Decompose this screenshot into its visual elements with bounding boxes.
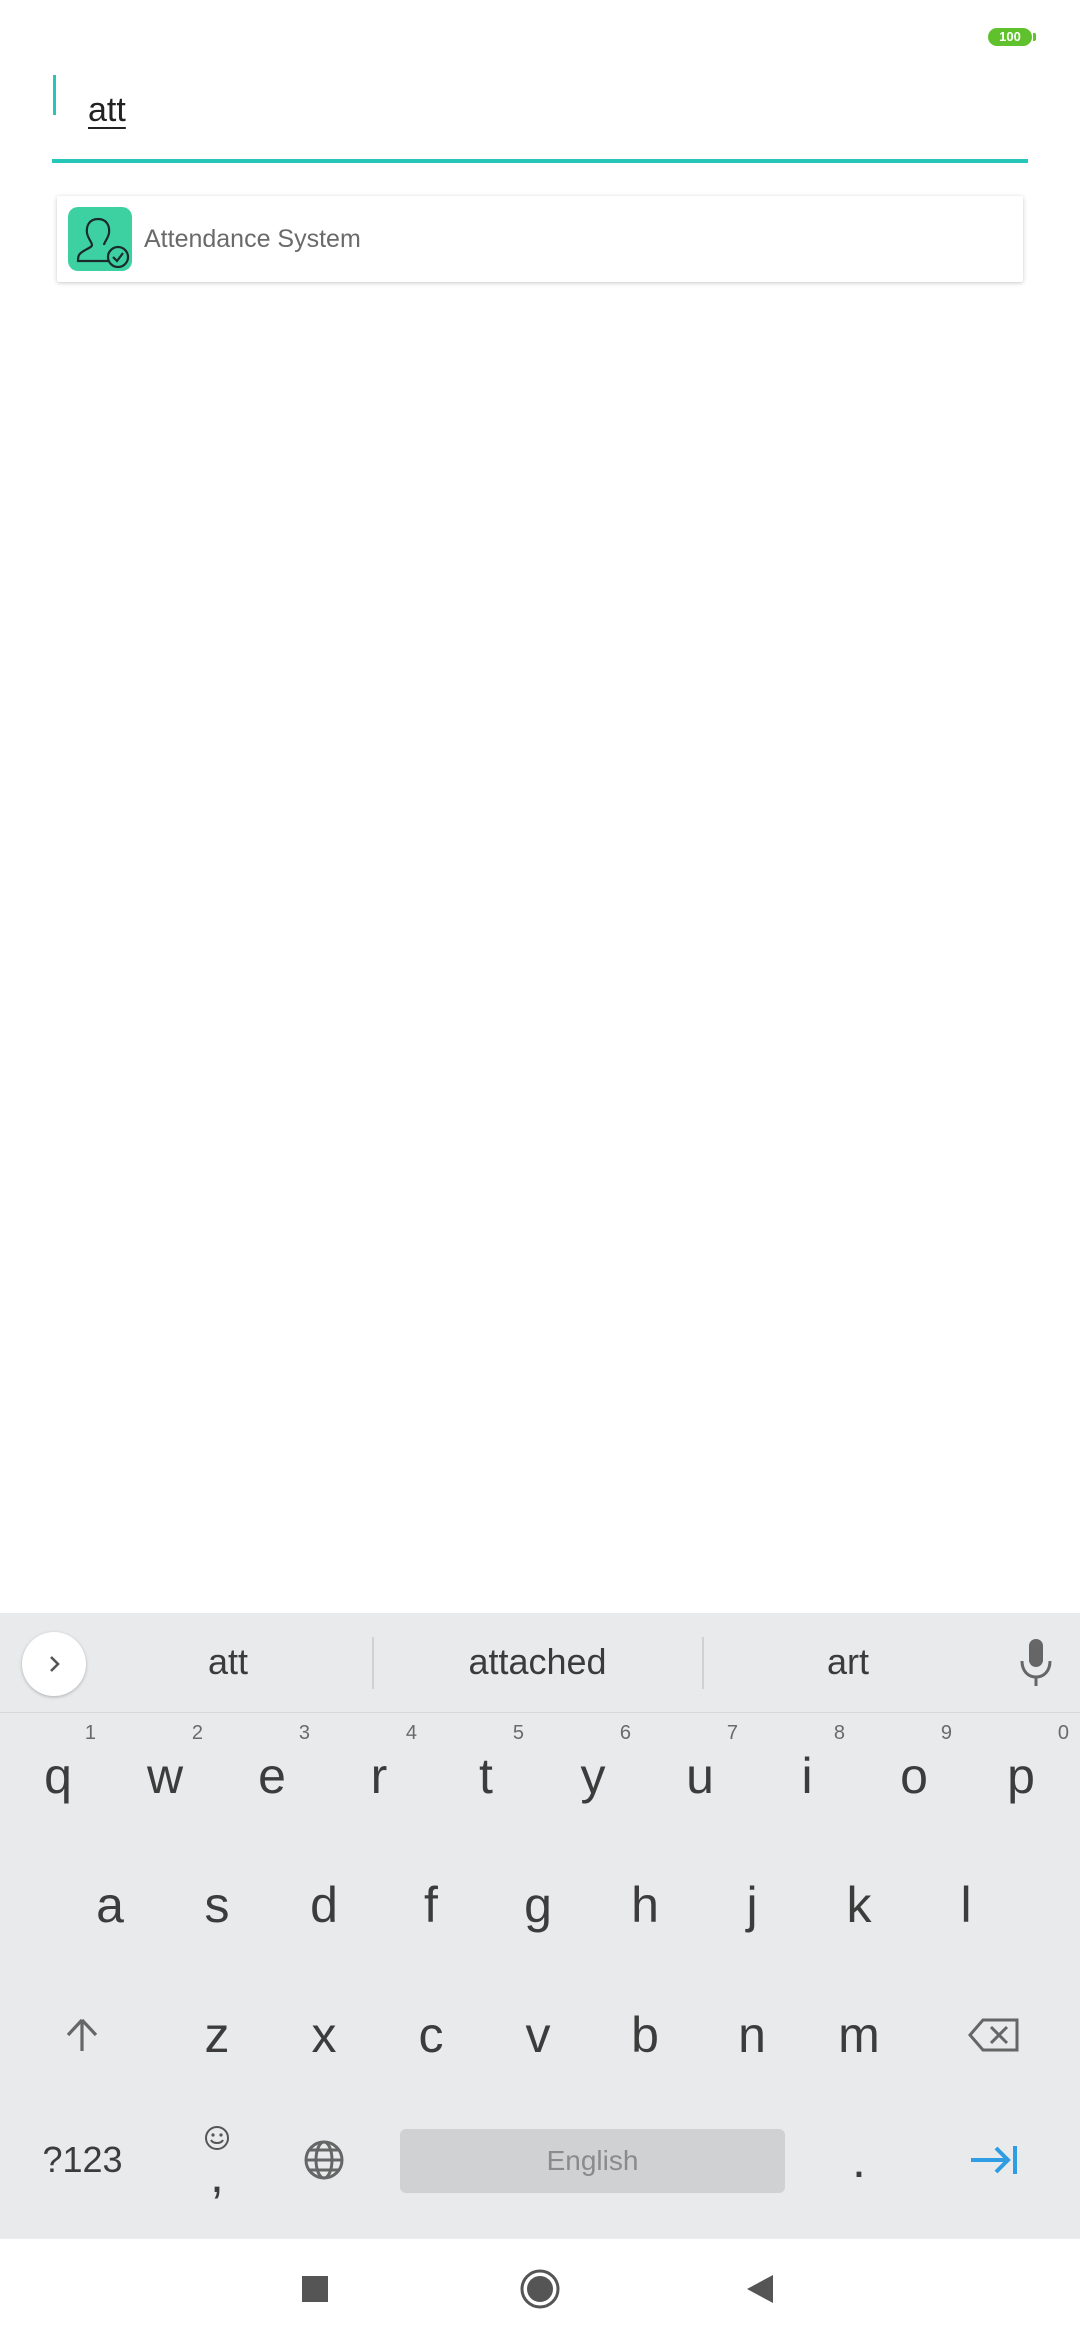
key-h[interactable]: h [595, 1855, 695, 1955]
search-result-item[interactable]: Attendance System [57, 196, 1023, 282]
key-v[interactable]: v [488, 1985, 588, 2085]
key-c[interactable]: c [381, 1985, 481, 2085]
key-x[interactable]: x [274, 1985, 374, 2085]
enter-key[interactable] [944, 2110, 1044, 2210]
backspace-icon [968, 2018, 1019, 2052]
key-w[interactable]: w2 [115, 1722, 215, 1826]
divider [372, 1637, 374, 1689]
suggestion-3[interactable]: art [768, 1641, 928, 1683]
shift-arrow-icon [66, 2018, 98, 2051]
attendance-app-icon [68, 207, 132, 271]
text-cursor [53, 75, 56, 115]
key-f[interactable]: f [381, 1855, 481, 1955]
status-bar: 100 [0, 0, 1080, 70]
mic-icon[interactable] [1018, 1637, 1054, 1694]
key-g[interactable]: g [488, 1855, 588, 1955]
key-d[interactable]: d [274, 1855, 374, 1955]
key-a[interactable]: a [60, 1855, 160, 1955]
key-y[interactable]: y6 [543, 1722, 643, 1826]
back-triangle-icon [747, 2275, 773, 2303]
key-k[interactable]: k [809, 1855, 909, 1955]
key-j[interactable]: j [702, 1855, 802, 1955]
chevron-right-icon [50, 1656, 60, 1672]
key-t[interactable]: t5 [436, 1722, 536, 1826]
navigation-bar [0, 2238, 1080, 2340]
key-e[interactable]: e3 [222, 1722, 322, 1826]
tab-next-icon [971, 2146, 1017, 2174]
search-query: att [88, 91, 126, 129]
key-q[interactable]: q1 [8, 1722, 108, 1826]
key-n[interactable]: n [702, 1985, 802, 2085]
suggestion-2[interactable]: attached [410, 1641, 665, 1683]
back-button[interactable] [725, 2259, 795, 2319]
square-icon [302, 2276, 328, 2302]
key-m[interactable]: m [809, 1985, 909, 2085]
key-u[interactable]: u7 [650, 1722, 750, 1826]
result-label: Attendance System [144, 224, 361, 253]
expand-toolbar-button[interactable] [22, 1632, 86, 1696]
home-circle-icon [520, 2269, 560, 2309]
battery-icon: 100 [988, 28, 1036, 46]
globe-icon [304, 2140, 344, 2180]
key-b[interactable]: b [595, 1985, 695, 2085]
key-i[interactable]: i8 [757, 1722, 857, 1826]
soft-keyboard: att attached art q1 w2 e3 r4 t5 y6 u7 i8… [0, 1613, 1080, 2238]
shift-key[interactable] [32, 1985, 132, 2085]
key-p[interactable]: p0 [971, 1722, 1071, 1826]
space-bar[interactable]: English [400, 2129, 785, 2193]
key-r[interactable]: r4 [329, 1722, 429, 1826]
language-key[interactable] [274, 2110, 374, 2210]
divider [702, 1637, 704, 1689]
key-z[interactable]: z [167, 1985, 267, 2085]
recents-button[interactable] [280, 2259, 350, 2319]
backspace-key[interactable] [944, 1985, 1044, 2085]
symbols-key[interactable]: ?123 [20, 2110, 145, 2210]
period-key[interactable]: . [809, 2110, 909, 2210]
key-o[interactable]: o9 [864, 1722, 964, 1826]
key-s[interactable]: s [167, 1855, 267, 1955]
suggestion-1[interactable]: att [148, 1641, 308, 1683]
suggestion-bar: att attached art [0, 1613, 1080, 1713]
emoji-icon [205, 2126, 229, 2150]
home-button[interactable] [505, 2259, 575, 2319]
comma-key[interactable]: , [167, 2110, 267, 2210]
key-l[interactable]: l [916, 1855, 1016, 1955]
screen: 100 att Attendance System att attached a… [0, 0, 1080, 2340]
search-input[interactable]: att [52, 75, 1028, 163]
